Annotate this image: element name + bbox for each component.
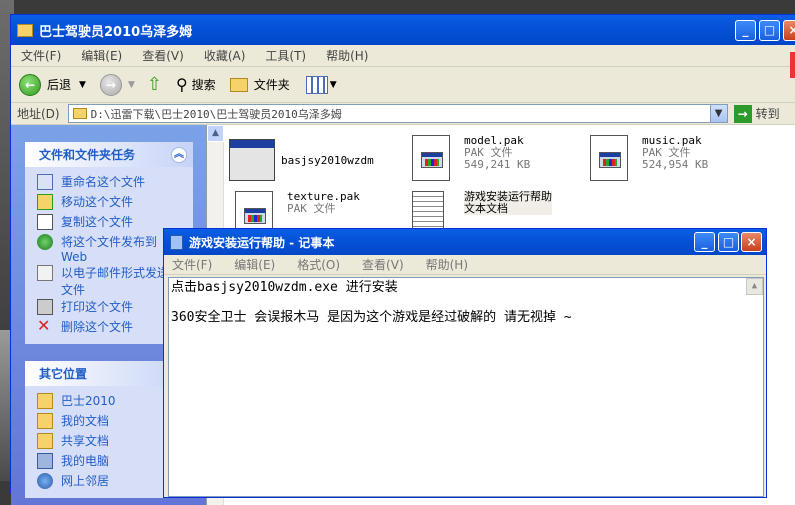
menu-help[interactable]: 帮助(H)	[326, 47, 368, 64]
notepad-titlebar[interactable]: 游戏安装运行帮助 - 记事本	[164, 229, 766, 255]
task-label: 删除这个文件	[61, 320, 134, 334]
scroll-up-icon[interactable]: ▲	[207, 125, 224, 142]
explorer-titlebar[interactable]: 巴士驾驶员2010乌泽多姆	[11, 15, 795, 45]
task-label: 打印这个文件	[61, 300, 134, 314]
forward-dropdown-icon: ▼	[127, 79, 135, 90]
other-places-title: 其它位置	[39, 367, 88, 381]
exe-icon	[229, 139, 275, 185]
address-value: D:\迅雷下载\巴士2010\巴士驾驶员2010乌泽多姆	[90, 107, 342, 121]
notepad-icon	[170, 234, 183, 250]
menu-view[interactable]: 查看(V)	[142, 47, 184, 64]
menu-file[interactable]: 文件(F)	[21, 47, 61, 64]
collapse-icon[interactable]: ︽	[171, 146, 187, 163]
notepad-close-button[interactable]: ×	[741, 232, 762, 252]
maximize-button[interactable]: □	[759, 20, 780, 41]
forward-button[interactable]: →	[99, 73, 122, 96]
notepad-minimize-button[interactable]: _	[694, 232, 715, 252]
file-size: 549,241 KB	[464, 158, 531, 171]
explorer-menubar: 文件(F) 编辑(E) 查看(V) 收藏(A) 工具(T) 帮助(H)	[11, 45, 795, 67]
my-computer-icon	[37, 453, 53, 469]
publish-web-icon	[37, 234, 53, 250]
my-documents-icon	[37, 413, 53, 429]
move-icon	[37, 194, 53, 210]
file-tasks-header[interactable]: 文件和文件夹任务 ︽	[25, 142, 193, 167]
search-icon: ⚲	[175, 75, 188, 94]
windows-logo-icon	[790, 52, 795, 78]
task-rename[interactable]: 重命名这个文件	[37, 173, 189, 193]
text-line: 点击basjsy2010wzdm.exe 进行安装	[171, 280, 398, 295]
shared-documents-icon	[37, 433, 53, 449]
explorer-title: 巴士驾驶员2010乌泽多姆	[39, 24, 193, 40]
notepad-title: 游戏安装运行帮助 - 记事本	[189, 235, 335, 250]
print-icon	[37, 299, 53, 315]
chevron-down-icon[interactable]: ▼	[709, 105, 727, 122]
task-label: 复制这个文件	[61, 215, 134, 229]
notepad-menu-edit[interactable]: 编辑(E)	[234, 256, 275, 273]
address-input[interactable]: D:\迅雷下载\巴士2010\巴士驾驶员2010乌泽多姆 ▼	[67, 104, 728, 123]
notepad-scrollbar[interactable]: ▲	[746, 278, 763, 295]
search-button[interactable]: 搜索	[192, 76, 216, 93]
file-item-exe[interactable]: basjsy2010wzdm	[229, 139, 374, 185]
task-move[interactable]: 移动这个文件	[37, 193, 189, 213]
pak-file-icon	[412, 135, 456, 181]
notepad-menu-file[interactable]: 文件(F)	[172, 256, 212, 273]
file-tasks-title: 文件和文件夹任务	[39, 148, 136, 162]
place-label: 我的文档	[61, 414, 110, 428]
folder-icon	[17, 23, 33, 37]
address-bar: 地址(D) D:\迅雷下载\巴士2010\巴士驾驶员2010乌泽多姆 ▼ → 转…	[11, 103, 795, 125]
folders-icon	[229, 77, 248, 92]
place-label: 共享文档	[61, 434, 110, 448]
folder-icon	[37, 393, 53, 409]
rename-icon	[37, 174, 53, 190]
file-item-music-pak[interactable]: music.pak PAK 文件 524,954 KB	[590, 135, 708, 181]
close-button[interactable]: ×	[783, 20, 795, 41]
notepad-text-area[interactable]: 点击basjsy2010wzdm.exe 进行安装 360安全卫士 会误报木马 …	[168, 277, 764, 497]
file-size: 524,954 KB	[642, 158, 709, 171]
folder-icon	[72, 108, 87, 119]
back-dropdown-icon[interactable]: ▼	[79, 80, 86, 90]
file-name: basjsy2010wzdm	[281, 154, 374, 167]
task-label: 重命名这个文件	[61, 175, 146, 189]
file-type: 文本文档	[464, 202, 508, 215]
menu-edit[interactable]: 编辑(E)	[81, 47, 122, 64]
menu-favorites[interactable]: 收藏(A)	[204, 47, 246, 64]
network-icon	[37, 473, 53, 489]
notepad-maximize-button[interactable]: □	[718, 232, 739, 252]
minimize-button[interactable]: _	[735, 20, 756, 41]
go-label: 转到	[755, 107, 780, 121]
notepad-window: 游戏安装运行帮助 - 记事本 _ □ × 文件(F) 编辑(E) 格式(O) 查…	[163, 228, 767, 498]
notepad-menu-format[interactable]: 格式(O)	[297, 256, 340, 273]
text-line: 360安全卫士 会误报木马 是因为这个游戏是经过破解的 请无视掉 ~	[171, 310, 572, 325]
up-folder-icon[interactable]: ⇧	[147, 74, 162, 95]
place-label: 巴士2010	[61, 394, 116, 408]
place-label: 我的电脑	[61, 454, 110, 468]
go-button[interactable]: → 转到	[733, 104, 780, 123]
delete-icon: ✕	[37, 316, 51, 335]
notepad-menu-view[interactable]: 查看(V)	[362, 256, 404, 273]
notepad-menu-help[interactable]: 帮助(H)	[426, 256, 468, 273]
task-label: 移动这个文件	[61, 195, 134, 209]
notepad-menubar: 文件(F) 编辑(E) 格式(O) 查看(V) 帮助(H)	[164, 255, 766, 275]
file-item-model-pak[interactable]: model.pak PAK 文件 549,241 KB	[412, 135, 530, 181]
menu-tools[interactable]: 工具(T)	[265, 47, 306, 64]
address-label: 地址(D)	[17, 107, 60, 121]
copy-icon	[37, 214, 53, 230]
file-type: PAK 文件	[287, 202, 336, 215]
views-dropdown-icon[interactable]: ▼	[330, 80, 337, 90]
views-icon[interactable]	[305, 75, 328, 94]
go-arrow-icon: →	[733, 104, 752, 123]
explorer-toolbar: ← 后退 ▼ → ▼ ⇧ ⚲ 搜索 文件夹 ▼	[11, 67, 795, 103]
back-arrow-icon[interactable]: ←	[19, 73, 41, 96]
email-icon	[37, 265, 53, 281]
scroll-up-icon[interactable]: ▲	[746, 278, 763, 295]
folders-button[interactable]: 文件夹	[254, 76, 290, 93]
pak-file-icon	[590, 135, 634, 181]
back-button[interactable]: 后退	[47, 76, 71, 93]
